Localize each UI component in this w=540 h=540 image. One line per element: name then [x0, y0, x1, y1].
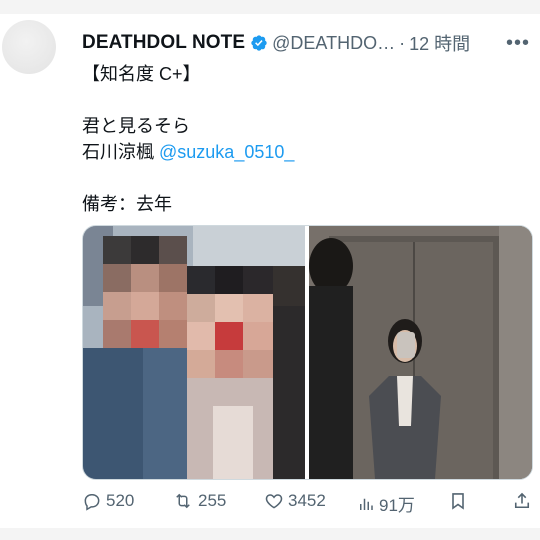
verified-badge-icon — [251, 35, 267, 51]
reply-count: 520 — [106, 491, 135, 510]
reply-button[interactable]: 520 — [82, 491, 134, 511]
views-chart-icon — [360, 498, 373, 510]
tweet-timestamp[interactable]: 12 時間 — [409, 30, 470, 56]
reply-icon — [84, 494, 100, 511]
like-button[interactable]: 3452 — [264, 491, 326, 511]
bookmark-button[interactable] — [448, 491, 472, 511]
retweet-count: 255 — [198, 491, 227, 510]
tweet-line-name: 石川涼楓 @suzuka_0510_ — [82, 140, 522, 166]
author-handle[interactable]: @DEATHDO… — [272, 33, 395, 54]
tweet-line-note: 備考：去年 — [82, 194, 172, 214]
media-grid — [82, 225, 533, 480]
views-button[interactable]: 91万 — [357, 491, 415, 516]
share-icon — [514, 492, 530, 509]
photo-right[interactable] — [309, 226, 532, 479]
person-name: 石川涼楓 — [82, 142, 160, 162]
bottom-divider — [0, 528, 540, 540]
photo-left[interactable] — [83, 226, 305, 479]
views-count: 91万 — [379, 496, 415, 515]
retweet-icon — [176, 493, 190, 509]
mention-link[interactable]: @suzuka_0510_ — [159, 142, 294, 162]
tweet-line-rank: 【知名度 C+】 — [82, 64, 201, 84]
pixelated-photo-image — [83, 226, 305, 479]
author-name[interactable]: DEATHDOL NOTE — [82, 32, 245, 54]
action-bar: 520 255 3452 91万 — [82, 491, 532, 515]
retweet-button[interactable]: 255 — [172, 491, 226, 511]
top-divider — [0, 0, 540, 14]
like-count: 3452 — [288, 491, 326, 510]
bookmark-icon — [452, 493, 464, 510]
separator-dot: · — [399, 32, 406, 53]
author-avatar[interactable] — [2, 20, 56, 74]
heart-icon — [265, 494, 283, 509]
share-button[interactable] — [512, 491, 536, 511]
elevator-selfie-image — [309, 226, 532, 479]
tweet-text: 【知名度 C+】 君と見るそら 石川涼楓 @suzuka_0510_ 備考：去年 — [82, 62, 522, 218]
tweet-line-title: 君と見るそら — [82, 116, 190, 136]
tweet-header: DEATHDOL NOTE @DEATHDO… · 12 時間 — [82, 31, 532, 55]
more-options-icon[interactable]: ••• — [506, 32, 530, 55]
